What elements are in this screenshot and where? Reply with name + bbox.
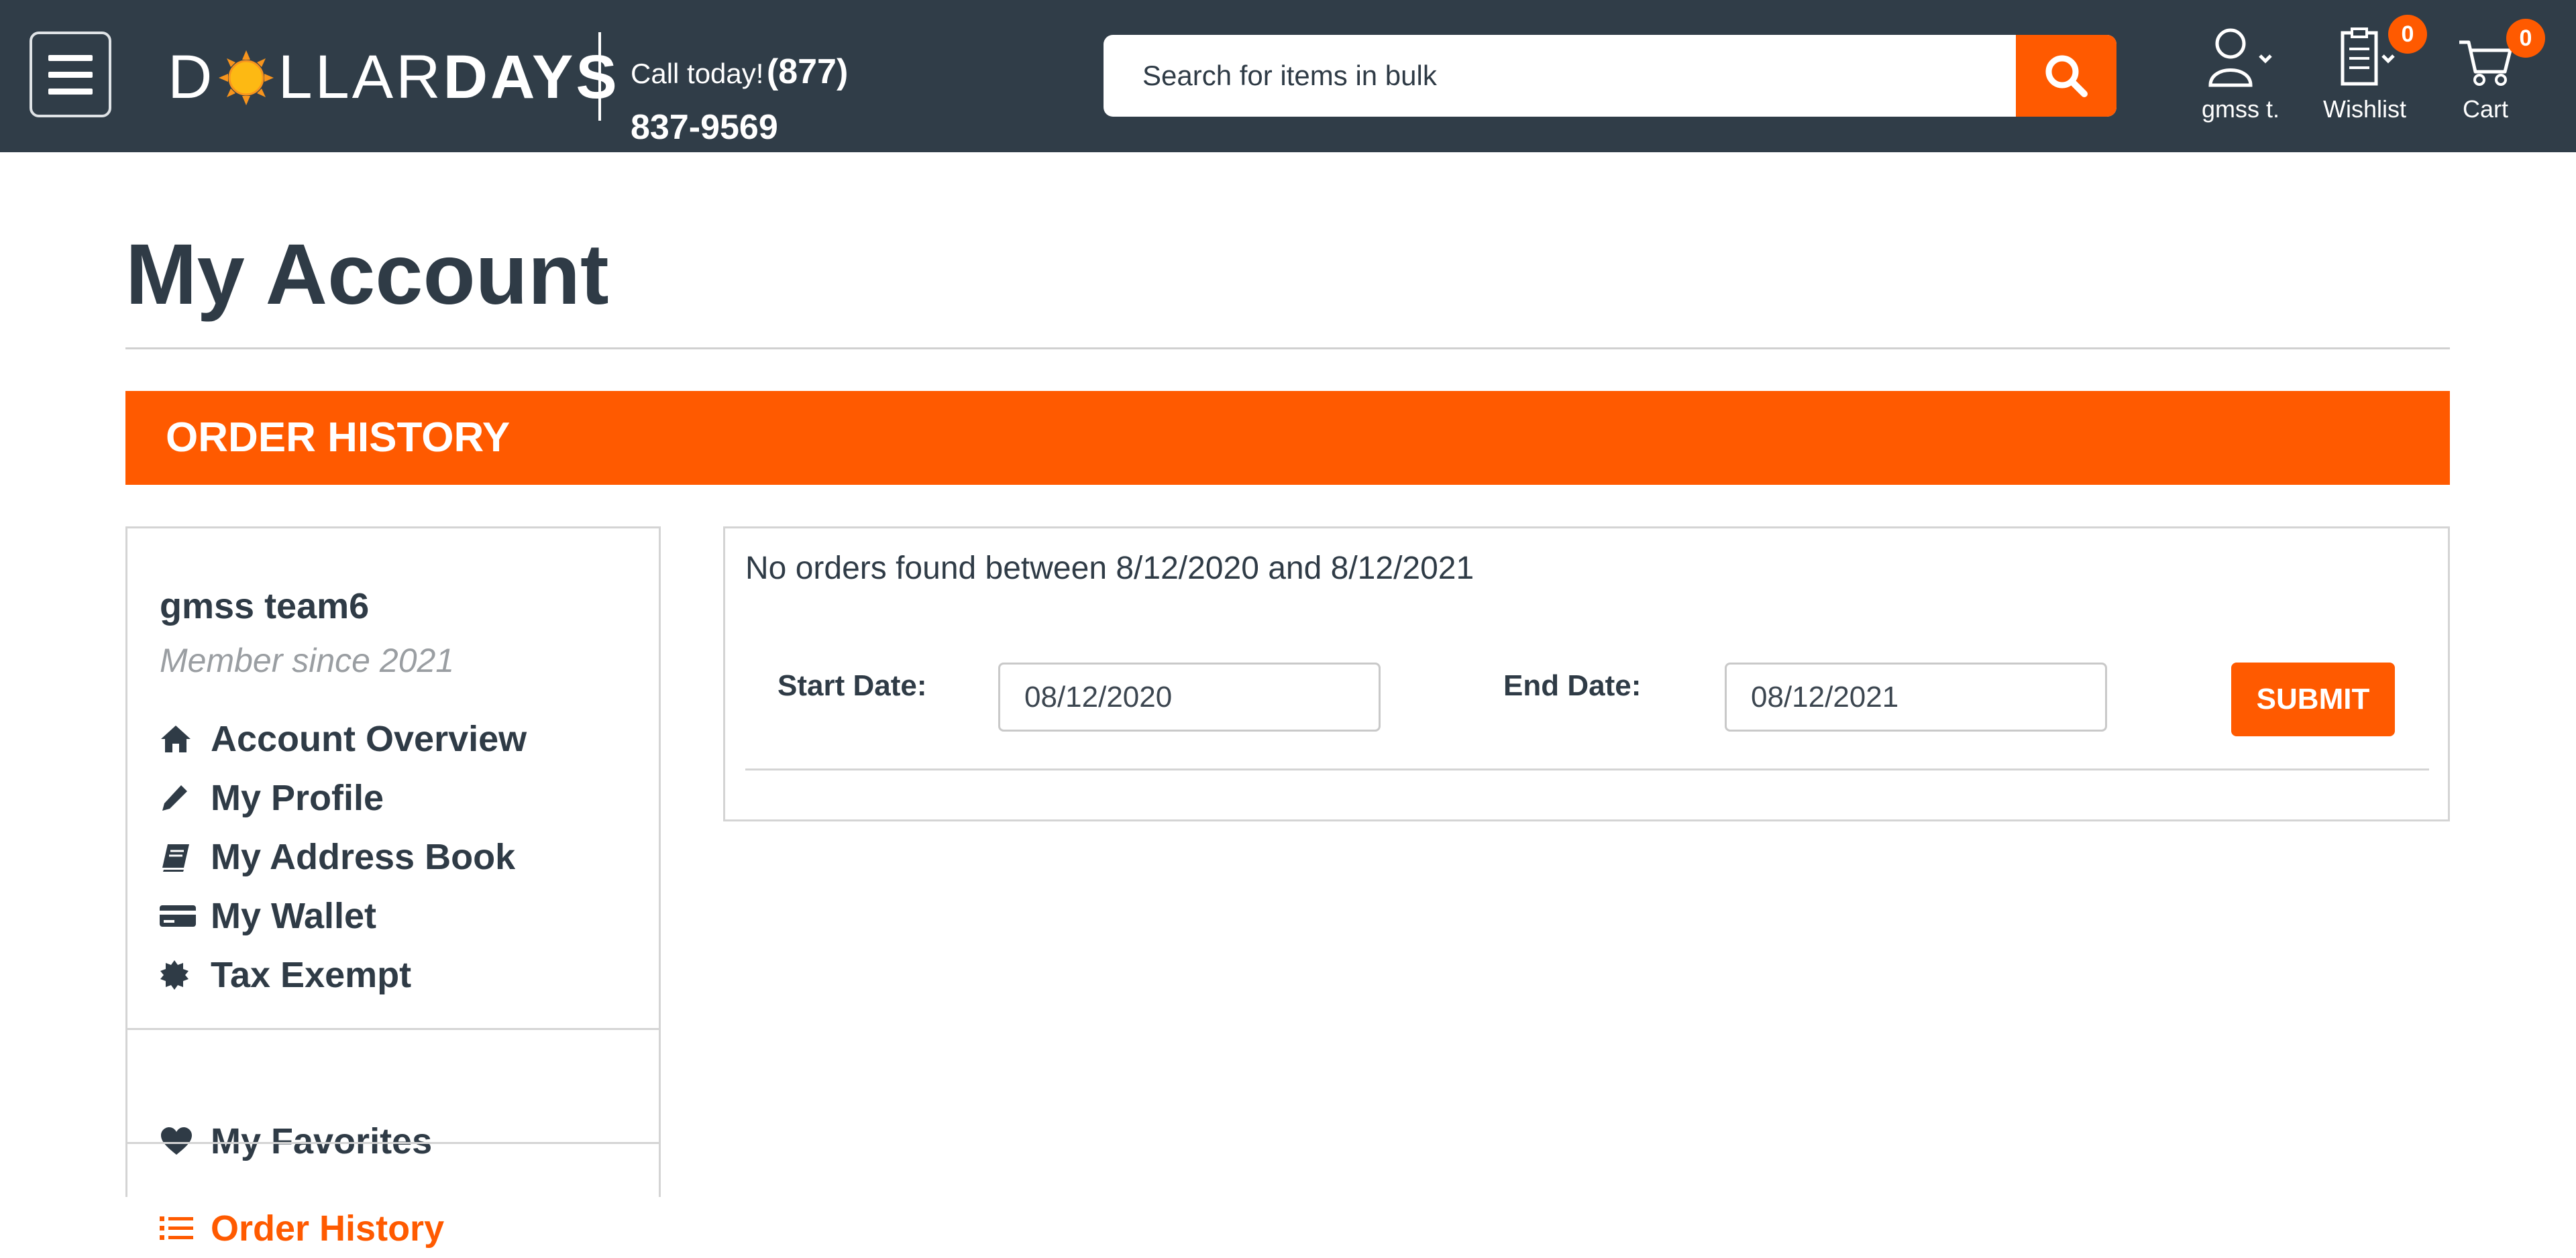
sidebar-item-my-favorites[interactable]: My Favorites (160, 1112, 432, 1171)
site-header: D LLAR DAYS Call today! (877) 837-9569 S… (0, 0, 2576, 152)
sidebar-item-label: My Wallet (211, 896, 377, 936)
sidebar-divider (127, 1028, 659, 1030)
search-bar (1104, 35, 2116, 117)
logo-text-llar: LLAR (278, 42, 443, 111)
search-input[interactable] (1104, 35, 2016, 117)
book-icon (162, 844, 189, 872)
sidebar-item-label: My Profile (211, 778, 384, 818)
header-divider (598, 32, 601, 121)
account-nav: Account Overview My Profile My Address B… (160, 709, 527, 1005)
wishlist-count-badge: 0 (2388, 15, 2427, 54)
sidebar-item-order-history[interactable]: Order History (160, 1199, 444, 1258)
sidebar-item-my-wallet[interactable]: My Wallet (160, 887, 527, 946)
logo-text-days: DAYS (443, 42, 620, 111)
member-since: Member since 2021 (160, 642, 455, 679)
list-icon (160, 1216, 193, 1240)
title-divider (125, 347, 2450, 349)
submit-button[interactable]: SUBMIT (2231, 663, 2395, 736)
sidebar-item-my-profile[interactable]: My Profile (160, 768, 527, 827)
sidebar-item-label: My Favorites (211, 1121, 433, 1161)
account-sidebar: gmss team6 Member since 2021 Account Ove… (125, 526, 661, 1249)
search-icon (2045, 55, 2088, 97)
start-date-input[interactable] (998, 663, 1381, 732)
menu-bar (48, 71, 93, 78)
menu-bar (48, 88, 93, 95)
wishlist-label: Wishlist (2323, 95, 2406, 123)
menu-bar (48, 54, 93, 61)
dollardays-logo[interactable]: D LLAR DAYS (168, 40, 620, 114)
phone-number[interactable]: 837-9569 (631, 108, 778, 147)
cart-label: Cart (2462, 95, 2508, 123)
sun-icon (219, 50, 274, 105)
page-title: My Account (125, 227, 609, 323)
start-date-label: Start Date: (777, 669, 927, 702)
sidebar-divider (127, 1142, 659, 1144)
sidebar-item-label: My Address Book (211, 837, 516, 877)
heart-icon (161, 1127, 192, 1155)
account-label: gmss t. (2201, 95, 2279, 123)
phone-area-code[interactable]: (877) (767, 52, 848, 91)
user-icon (2208, 28, 2272, 87)
pencil-icon (162, 785, 187, 811)
account-menu[interactable]: gmss t. (2194, 20, 2288, 123)
call-label: Call today! (631, 58, 764, 89)
logo-text-d: D (168, 42, 215, 111)
section-title: ORDER HISTORY (125, 391, 2450, 485)
order-history-panel: No orders found between 8/12/2020 and 8/… (723, 526, 2450, 821)
credit-card-icon (160, 905, 196, 927)
sidebar-item-account-overview[interactable]: Account Overview (160, 709, 527, 768)
sidebar-item-my-address-book[interactable]: My Address Book (160, 827, 527, 887)
user-name: gmss team6 (160, 586, 370, 626)
cart-count-badge: 0 (2506, 19, 2545, 58)
cart-link[interactable]: 0 Cart (2442, 19, 2545, 123)
sidebar-item-label: Order History (211, 1208, 445, 1249)
sidebar-item-tax-exempt[interactable]: Tax Exempt (160, 946, 527, 1005)
call-today: Call today! (877) 837-9569 (631, 48, 848, 160)
sidebar-item-label: Account Overview (211, 719, 527, 759)
home-icon (161, 726, 191, 752)
end-date-input[interactable] (1725, 663, 2107, 732)
wishlist-link[interactable]: 0 Wishlist (2314, 15, 2427, 123)
no-orders-message: No orders found between 8/12/2020 and 8/… (745, 551, 1474, 586)
end-date-label: End Date: (1503, 669, 1642, 702)
panel-divider (745, 768, 2429, 770)
search-button[interactable] (2016, 35, 2116, 117)
menu-button[interactable] (30, 32, 111, 117)
sidebar-item-label: Tax Exempt (211, 955, 412, 995)
certificate-icon (160, 960, 189, 990)
